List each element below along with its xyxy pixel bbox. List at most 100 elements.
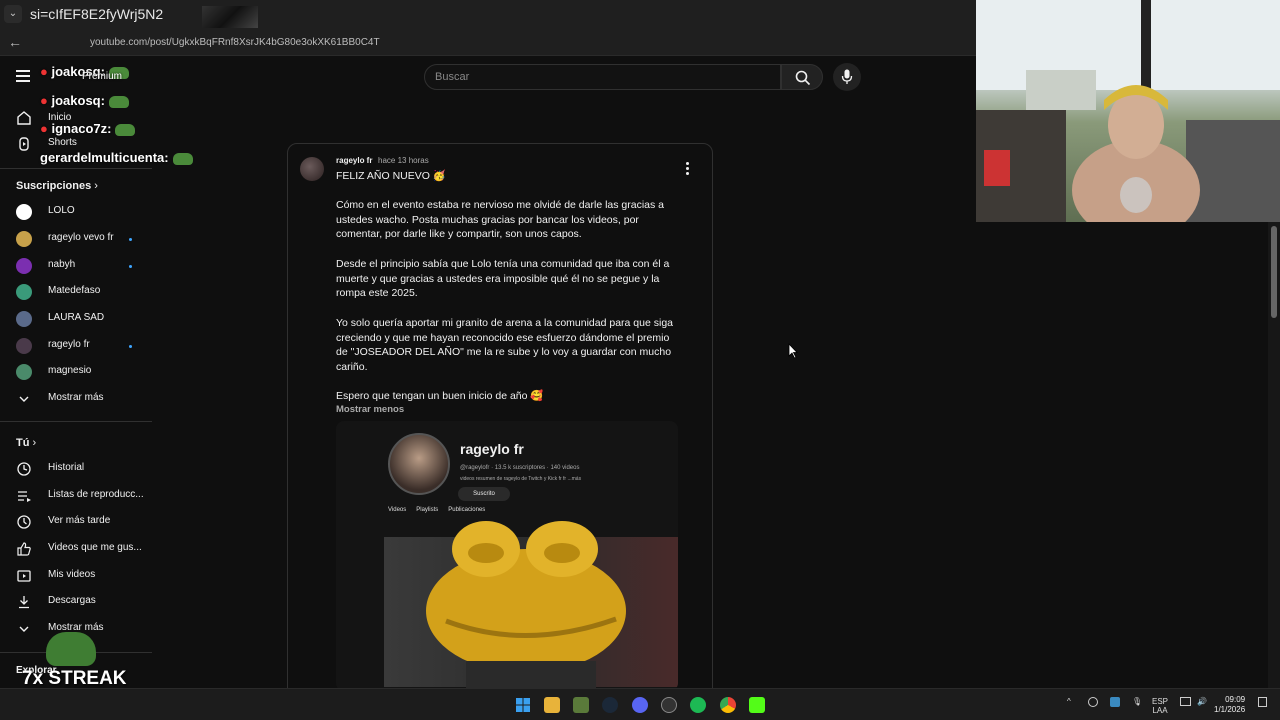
sidebar-divider	[0, 421, 152, 422]
tab-title[interactable]: si=cIfEF8E2fyWrj5N2	[30, 6, 163, 22]
sidebar-item-subscription[interactable]: Matedefaso	[0, 279, 152, 305]
taskbar-clock[interactable]: 09:09 1/1/2026	[1214, 695, 1245, 715]
security-icon[interactable]	[1110, 697, 1120, 707]
sidebar-item-label: magnesio	[48, 365, 92, 376]
sidebar-item-label: Listas de reproducc...	[48, 489, 144, 500]
spotify-icon[interactable]	[690, 697, 706, 713]
language-indicator[interactable]: ESP LAA	[1152, 697, 1168, 715]
search-placeholder: Buscar	[435, 71, 470, 83]
sidebar-item-inicio[interactable]: Inicio	[0, 105, 152, 131]
sidebar-item-downloads[interactable]: Descargas	[0, 589, 152, 615]
frog-emote-icon	[172, 152, 193, 165]
sidebar-item-liked-videos[interactable]: Videos que me gus...	[0, 536, 152, 562]
sidebar-item-label: LAURA SAD	[48, 312, 105, 323]
sidebar-item-playlists[interactable]: Listas de reproducc...	[0, 483, 152, 509]
sidebar-item-label: rageylo vevo fr	[48, 232, 114, 243]
tab-dropdown-button[interactable]: ⌄	[4, 5, 22, 23]
scrollbar-thumb[interactable]	[1271, 226, 1277, 318]
sidebar-item-label: Shorts	[48, 137, 77, 148]
sidebar-item-label: Mis videos	[48, 569, 96, 580]
network-icon[interactable]	[1180, 697, 1191, 706]
sidebar-item-subscription[interactable]: magnesio	[0, 359, 152, 385]
streak-overlay: 7x STREAK	[22, 668, 127, 689]
mouse-cursor-icon	[788, 343, 798, 359]
chevron-right-icon: ›	[32, 437, 37, 449]
sync-icon[interactable]	[1088, 697, 1098, 707]
sidebar-item-history[interactable]: Historial	[0, 456, 152, 482]
subscriptions-show-more[interactable]: Mostrar más	[0, 386, 152, 412]
new-content-dot	[129, 345, 132, 348]
tab-thumbnail	[202, 6, 258, 28]
post-author[interactable]: rageylo fr	[336, 156, 372, 165]
windows-start-icon[interactable]	[515, 697, 531, 713]
avatar	[16, 231, 32, 247]
streamer-camera-image	[976, 0, 1280, 222]
avatar	[16, 364, 32, 380]
webcam-overlay	[976, 0, 1280, 222]
search-button[interactable]	[781, 64, 823, 90]
taskbar: ^ 🎙 ESP LAA 🔊 09:09 1/1/2026	[0, 688, 1280, 720]
post-image[interactable]: rageylo fr @rageylofr · 13.5 k suscripto…	[336, 421, 678, 691]
sidebar-item-my-videos[interactable]: Mis videos	[0, 563, 152, 589]
download-icon	[19, 596, 29, 609]
volume-icon[interactable]: 🔊	[1197, 697, 1207, 706]
sidebar-item-label: Historial	[48, 462, 85, 473]
tray-overflow-icon[interactable]: ^	[1067, 697, 1071, 706]
sidebar-item-label: Videos que me gus...	[48, 542, 142, 553]
clock-icon	[17, 515, 31, 529]
golden-pepe-trophy	[426, 521, 626, 691]
post-timestamp[interactable]: hace 13 horas	[378, 156, 429, 165]
voice-search-button[interactable]	[833, 63, 861, 91]
avatar	[16, 338, 32, 354]
sidebar-item-watch-later[interactable]: Ver más tarde	[0, 509, 152, 535]
sidebar-item-subscription[interactable]: nabyh	[0, 253, 152, 279]
post-paragraph: Desde el principio sabía que Lolo tenía …	[336, 258, 670, 299]
avatar	[16, 204, 32, 220]
new-content-dot	[129, 265, 132, 268]
file-explorer-icon[interactable]	[544, 697, 560, 713]
home-icon	[17, 111, 31, 125]
microphone-tray-icon[interactable]: 🎙	[1132, 697, 1142, 706]
notifications-icon[interactable]	[1258, 697, 1267, 707]
sidebar-divider	[0, 168, 152, 169]
thumbs-up-icon	[17, 542, 31, 556]
sidebar-item-subscription[interactable]: rageylo vevo fr	[0, 226, 152, 252]
chevron-right-icon: ›	[94, 180, 98, 192]
chrome-icon[interactable]	[720, 697, 736, 713]
avatar	[16, 258, 32, 274]
address-bar: ← youtube.com/post/UgkxkBqFRnf8XsrJK4bG8…	[0, 30, 976, 56]
post-paragraph: Espero que tengan un buen inicio de año …	[336, 390, 544, 402]
sidebar-item-subscription[interactable]: LAURA SAD	[0, 306, 152, 332]
subscriptions-heading[interactable]: Suscripciones ›	[16, 180, 98, 192]
chevron-down-icon	[19, 396, 29, 402]
sidebar-item-label: Mostrar más	[48, 392, 104, 403]
sidebar-item-label: Inicio	[48, 112, 72, 123]
sidebar-item-label: LOLO	[48, 205, 75, 216]
obs-icon[interactable]	[661, 697, 677, 713]
sidebar-item-subscription[interactable]: LOLO	[0, 199, 152, 225]
history-icon	[17, 462, 31, 476]
sidebar-item-label: Ver más tarde	[48, 515, 111, 526]
shorts-icon	[19, 137, 29, 151]
more-options-icon[interactable]	[686, 162, 690, 176]
kick-icon[interactable]	[749, 697, 765, 713]
sidebar-item-label: Descargas	[48, 595, 96, 606]
show-less-link[interactable]: Mostrar menos	[336, 404, 404, 415]
sidebar: Inicio Shorts Suscripciones › LOLO ragey…	[0, 58, 152, 688]
url-field[interactable]: youtube.com/post/UgkxkBqFRnf8XsrJK4bG80e…	[90, 37, 380, 48]
sidebar-item-subscription[interactable]: rageylo fr	[0, 333, 152, 359]
discord-icon[interactable]	[632, 697, 648, 713]
image-channel-desc: videos resumen de rageylo de Twitch y Ki…	[460, 476, 582, 482]
avatar[interactable]	[300, 157, 324, 181]
search-icon	[795, 70, 811, 86]
video-icon	[17, 570, 31, 582]
sidebar-item-label: rageylo fr	[48, 339, 90, 350]
sidebar-item-shorts[interactable]: Shorts	[0, 131, 152, 157]
back-arrow-icon[interactable]: ←	[8, 34, 22, 50]
you-heading[interactable]: Tú ›	[16, 437, 36, 449]
sidebar-item-label: Matedefaso	[48, 285, 101, 296]
steam-icon[interactable]	[602, 697, 618, 713]
playlist-icon	[18, 491, 31, 502]
search-input[interactable]: Buscar	[424, 64, 781, 90]
minecraft-icon[interactable]	[573, 697, 589, 713]
